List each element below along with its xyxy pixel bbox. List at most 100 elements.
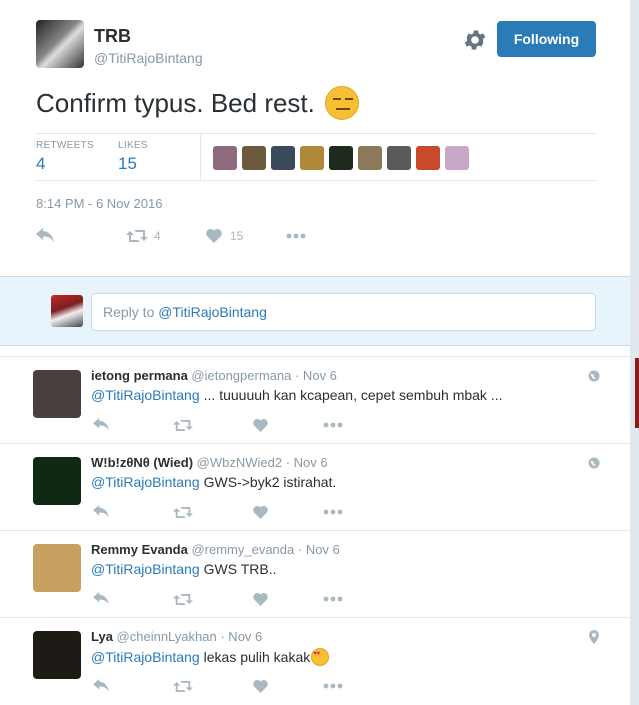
- reply-actions: [93, 416, 343, 434]
- liker-avatar[interactable]: [329, 146, 353, 170]
- like-action[interactable]: [253, 679, 323, 693]
- reply-header: ietong permana @ietongpermana · Nov 6: [91, 368, 337, 383]
- map-pin-icon[interactable]: [588, 630, 600, 644]
- like-count: 15: [230, 229, 244, 243]
- like-action[interactable]: [253, 418, 323, 432]
- reply-tweet[interactable]: ietong permana @ietongpermana · Nov 6 @Ti…: [0, 356, 630, 444]
- reply-text: @TitiRajoBintang... tuuuuuh kan kcapean,…: [91, 387, 503, 403]
- reply-icon: [93, 505, 109, 519]
- heart-icon: [253, 418, 268, 432]
- liker-avatar[interactable]: [213, 146, 237, 170]
- reply-avatar[interactable]: [33, 631, 81, 679]
- retweet-icon: [173, 593, 193, 606]
- like-action[interactable]: [253, 592, 323, 606]
- more-action[interactable]: [323, 509, 343, 515]
- tweet-timestamp[interactable]: 8:14 PM - 6 Nov 2016: [36, 196, 162, 211]
- heart-icon: [253, 505, 268, 519]
- more-dots-icon: [323, 596, 343, 602]
- likes-count[interactable]: 15: [118, 154, 148, 174]
- liker-avatar[interactable]: [300, 146, 324, 170]
- reply-input-prefix: Reply to: [103, 304, 159, 320]
- author-avatar[interactable]: [36, 20, 84, 68]
- reply-input[interactable]: Reply to @TitiRajoBintang: [91, 293, 596, 331]
- reply-action[interactable]: [93, 505, 173, 519]
- liker-avatar[interactable]: [416, 146, 440, 170]
- reply-author-name[interactable]: Lya: [91, 629, 113, 644]
- liker-avatar[interactable]: [445, 146, 469, 170]
- reply-avatar[interactable]: [33, 370, 81, 418]
- reply-action[interactable]: [93, 679, 173, 693]
- reply-action[interactable]: [93, 592, 173, 606]
- reply-time[interactable]: · Nov 6: [295, 368, 337, 383]
- retweet-action[interactable]: [173, 680, 253, 693]
- reply-text: @TitiRajoBintang GWS->byk2 istirahat.: [91, 474, 336, 490]
- reply-text-content: ... tuuuuuh kan kcapean, cepet sembuh mb…: [203, 387, 503, 403]
- reply-mention[interactable]: @TitiRajoBintang: [91, 649, 200, 665]
- author-handle[interactable]: @TitiRajoBintang: [94, 50, 203, 66]
- reply-tweet[interactable]: Lya @cheinnLyakhan · Nov 6 @TitiRajoBinta…: [0, 617, 630, 705]
- retweet-icon: [173, 680, 193, 693]
- more-action[interactable]: [323, 683, 343, 689]
- retweet-action[interactable]: [173, 593, 253, 606]
- reply-time[interactable]: · Nov 6: [220, 629, 262, 644]
- reply-mention[interactable]: @TitiRajoBintang: [91, 387, 200, 403]
- reply-author-handle[interactable]: @WbzNWied2: [197, 455, 282, 470]
- retweet-action[interactable]: 4: [126, 229, 206, 243]
- reply-mention[interactable]: @TitiRajoBintang: [91, 474, 200, 490]
- stats-divider: [200, 134, 201, 180]
- reply-action[interactable]: [36, 228, 126, 244]
- reply-author-name[interactable]: ietong permana: [91, 368, 188, 383]
- liker-avatar[interactable]: [387, 146, 411, 170]
- reply-action[interactable]: [93, 418, 173, 432]
- reply-input-mention: @TitiRajoBintang: [158, 304, 267, 320]
- reply-author-name[interactable]: W!b!zθNθ (Wied): [91, 455, 193, 470]
- tweet-text: Confirm typus. Bed rest.: [36, 86, 359, 120]
- reply-text: @TitiRajoBintang lekas pulih kakak: [91, 648, 330, 666]
- globe-icon[interactable]: [588, 369, 600, 382]
- gear-icon[interactable]: [462, 27, 488, 53]
- like-action[interactable]: [253, 505, 323, 519]
- reply-author-handle[interactable]: @ietongpermana: [191, 368, 291, 383]
- reply-tweet[interactable]: Remmy Evanda @remmy_evanda · Nov 6 @TitiR…: [0, 530, 630, 618]
- reply-icon: [36, 228, 54, 242]
- more-action[interactable]: [323, 422, 343, 428]
- more-dots-icon: [323, 683, 343, 689]
- reply-time[interactable]: · Nov 6: [286, 455, 328, 470]
- reply-tweet[interactable]: W!b!zθNθ (Wied) @WbzNWied2 · Nov 6 @TitiR…: [0, 443, 630, 531]
- reply-mention[interactable]: @TitiRajoBintang: [91, 561, 200, 577]
- retweet-icon: [126, 230, 148, 242]
- reply-text-content: lekas pulih kakak: [203, 649, 311, 665]
- likes-stat[interactable]: LIKES 15: [118, 140, 148, 174]
- liker-avatar[interactable]: [358, 146, 382, 170]
- reply-author-handle[interactable]: @remmy_evanda: [191, 542, 294, 557]
- more-dots-icon: [323, 422, 343, 428]
- reply-author-handle[interactable]: @cheinnLyakhan: [117, 629, 217, 644]
- expressionless-face-icon: [324, 86, 359, 120]
- reply-header: W!b!zθNθ (Wied) @WbzNWied2 · Nov 6: [91, 455, 328, 470]
- reply-time[interactable]: · Nov 6: [298, 542, 340, 557]
- like-action[interactable]: 15: [206, 229, 286, 243]
- more-action[interactable]: [323, 596, 343, 602]
- retweet-action[interactable]: [173, 506, 253, 519]
- more-action[interactable]: [286, 233, 306, 239]
- reply-avatar[interactable]: [33, 457, 81, 505]
- reply-author-name[interactable]: Remmy Evanda: [91, 542, 188, 557]
- retweet-icon: [173, 506, 193, 519]
- liker-avatar[interactable]: [271, 146, 295, 170]
- liker-avatar[interactable]: [242, 146, 266, 170]
- background-edge: [630, 0, 639, 705]
- reply-avatar[interactable]: [33, 544, 81, 592]
- following-button[interactable]: Following: [497, 21, 596, 57]
- retweet-count: 4: [154, 229, 161, 243]
- retweet-action[interactable]: [173, 419, 253, 432]
- reply-icon: [93, 418, 109, 432]
- reply-text-content: GWS->byk2 istirahat.: [203, 474, 337, 490]
- retweets-stat[interactable]: RETWEETS 4: [36, 140, 94, 174]
- likers-avatars: [213, 146, 469, 170]
- globe-icon[interactable]: [588, 456, 600, 469]
- author-name[interactable]: TRB: [94, 26, 131, 47]
- heart-icon: [253, 592, 268, 606]
- retweets-count[interactable]: 4: [36, 154, 94, 174]
- reply-actions: [93, 503, 343, 521]
- tweet-stats: RETWEETS 4 LIKES 15: [36, 133, 596, 181]
